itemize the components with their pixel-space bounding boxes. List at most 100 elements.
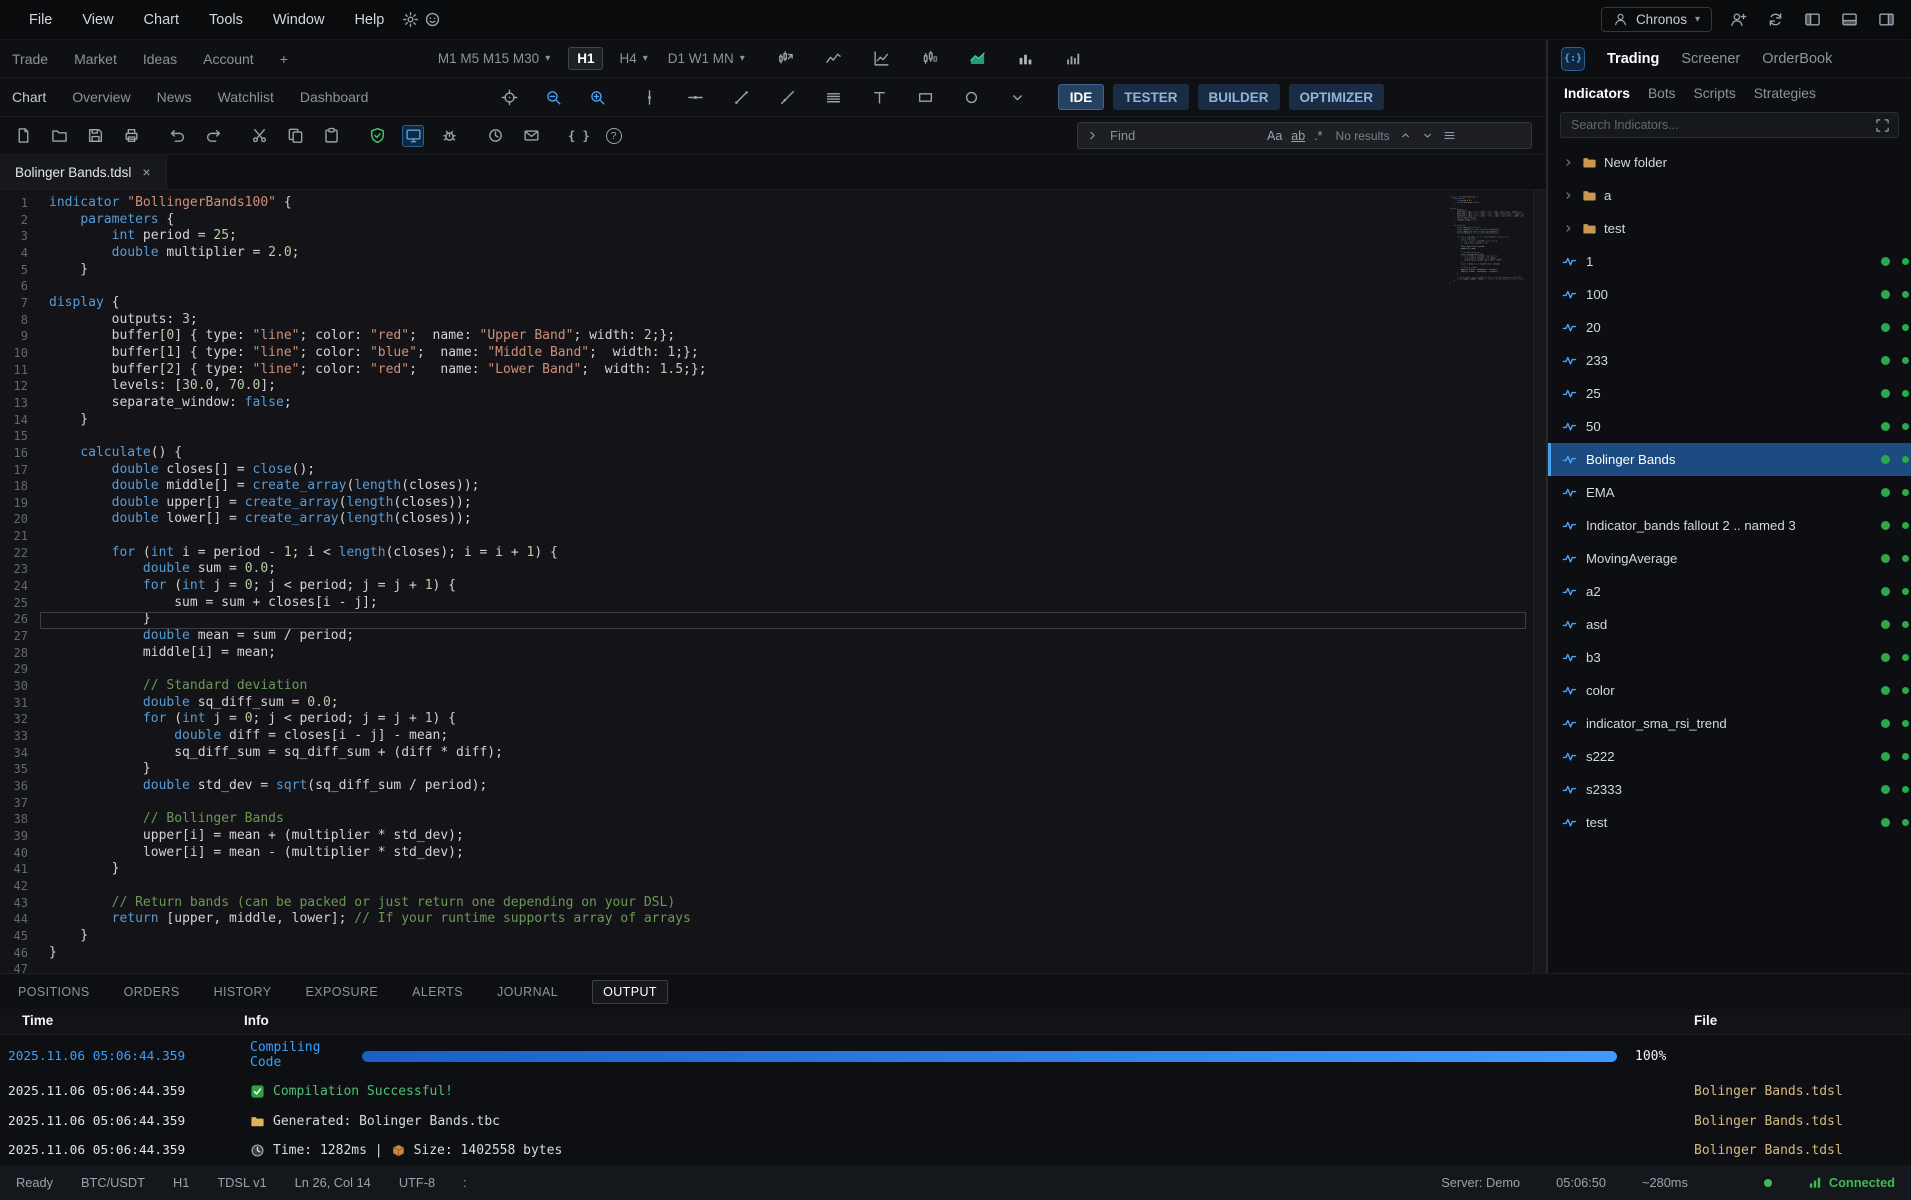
indicator-s2333[interactable]: s2333 — [1548, 773, 1911, 806]
mail-button[interactable] — [520, 125, 542, 147]
cut-button[interactable] — [248, 125, 270, 147]
scan-corners-icon[interactable] — [1875, 118, 1890, 133]
trend-line-button[interactable] — [730, 86, 752, 108]
indicator-movingaverage[interactable]: MovingAverage — [1548, 542, 1911, 575]
bottom-tab-journal[interactable]: JOURNAL — [497, 985, 558, 999]
indicator-100[interactable]: 100 — [1548, 278, 1911, 311]
regex-toggle[interactable]: .* — [1314, 129, 1322, 143]
indicator-25[interactable]: 25 — [1548, 377, 1911, 410]
indicator-b3[interactable]: b3 — [1548, 641, 1911, 674]
rectangle-button[interactable] — [914, 86, 936, 108]
tab-watchlist[interactable]: Watchlist — [218, 89, 274, 105]
braces-button[interactable]: { } — [566, 125, 592, 147]
nav-account[interactable]: Account — [203, 51, 254, 67]
nav-trade[interactable]: Trade — [12, 51, 48, 67]
undo-button[interactable] — [166, 125, 188, 147]
search-indicators-input[interactable] — [1569, 117, 1867, 133]
vertical-line-button[interactable] — [638, 86, 660, 108]
settings-button[interactable] — [399, 9, 421, 31]
indicator-indicator-sma-rsi-trend[interactable]: indicator_sma_rsi_trend — [1548, 707, 1911, 740]
nav-item[interactable]: + — [280, 51, 288, 67]
schedule-button[interactable] — [484, 125, 506, 147]
indicator-233[interactable]: 233 — [1548, 344, 1911, 377]
indicator-a2[interactable]: a2 — [1548, 575, 1911, 608]
sync-button[interactable] — [1764, 9, 1786, 31]
indicator-indicator-bands-fallout-2-named-3[interactable]: Indicator_bands fallout 2 .. named 3 — [1548, 509, 1911, 542]
menu-help[interactable]: Help — [339, 12, 399, 28]
bottom-tab-orders[interactable]: ORDERS — [124, 985, 180, 999]
zoom-out-button[interactable] — [542, 86, 564, 108]
crosshair-button[interactable] — [498, 86, 520, 108]
feedback-button[interactable] — [421, 9, 443, 31]
folder-test[interactable]: test — [1548, 212, 1911, 245]
find-next-button[interactable] — [1421, 129, 1434, 142]
minimap[interactable]: indicator "BollingerBands100" { paramete… — [1450, 196, 1524, 292]
indicator-asd[interactable]: asd — [1548, 608, 1911, 641]
sidebar-subtab-scripts[interactable]: Scripts — [1694, 86, 1736, 101]
mode-tester[interactable]: TESTER — [1113, 84, 1188, 110]
add-user-button[interactable] — [1727, 9, 1749, 31]
tab-chart[interactable]: Chart — [12, 89, 46, 105]
candles-button[interactable] — [919, 48, 941, 70]
histogram-button[interactable] — [1063, 48, 1085, 70]
bottom-tab-exposure[interactable]: EXPOSURE — [305, 985, 378, 999]
preview-button[interactable] — [402, 125, 424, 147]
print-button[interactable] — [120, 125, 142, 147]
match-case-toggle[interactable]: Aa — [1267, 129, 1282, 143]
whole-word-toggle[interactable]: ab — [1291, 129, 1305, 143]
indicator-20[interactable]: 20 — [1548, 311, 1911, 344]
parallel-lines-button[interactable] — [822, 86, 844, 108]
menu-view[interactable]: View — [67, 12, 128, 28]
sidebar-subtab-strategies[interactable]: Strategies — [1754, 86, 1816, 101]
indicator-bolinger-bands[interactable]: Bolinger Bands — [1548, 443, 1911, 476]
new-file-button[interactable] — [12, 125, 34, 147]
panel-bottom-button[interactable] — [1838, 9, 1860, 31]
indicator-1[interactable]: 1 — [1548, 245, 1911, 278]
indicator-ema[interactable]: EMA — [1548, 476, 1911, 509]
indicator-50[interactable]: 50 — [1548, 410, 1911, 443]
tab-news[interactable]: News — [157, 89, 192, 105]
indicator-test[interactable]: test — [1548, 806, 1911, 839]
panel-left-button[interactable] — [1801, 9, 1823, 31]
timeframe-h1[interactable]: H1 — [568, 47, 603, 70]
timeframe-group-minutes[interactable]: M1 M5 M15 M30 ▾ — [438, 51, 550, 66]
candles-arrow-button[interactable] — [775, 48, 797, 70]
tab-dashboard[interactable]: Dashboard — [300, 89, 369, 105]
find-prev-button[interactable] — [1399, 129, 1412, 142]
ray-button[interactable] — [776, 86, 798, 108]
ellipse-button[interactable] — [960, 86, 982, 108]
chart-mixed-button[interactable] — [871, 48, 893, 70]
sidebar-subtab-bots[interactable]: Bots — [1648, 86, 1676, 101]
bottom-tab-alerts[interactable]: ALERTS — [412, 985, 463, 999]
mode-builder[interactable]: BUILDER — [1198, 84, 1280, 110]
sidebar-tab-orderbook[interactable]: OrderBook — [1762, 51, 1832, 67]
menu-tools[interactable]: Tools — [194, 12, 258, 28]
folder-new-folder[interactable]: New folder — [1548, 146, 1911, 179]
nav-market[interactable]: Market — [74, 51, 117, 67]
tab-close-button[interactable]: × — [142, 164, 150, 180]
area-chart-button[interactable] — [967, 48, 989, 70]
sidebar-subtab-indicators[interactable]: Indicators — [1564, 86, 1630, 101]
zigzag-button[interactable] — [823, 48, 845, 70]
timeframe-group-daily[interactable]: D1 W1 MN ▾ — [668, 51, 745, 66]
save-button[interactable] — [84, 125, 106, 147]
open-folder-button[interactable] — [48, 125, 70, 147]
editor-tab[interactable]: Bolinger Bands.tdsl × — [0, 155, 167, 189]
timeframe-h4[interactable]: H4 ▾ — [619, 51, 647, 66]
horizontal-line-button[interactable] — [684, 86, 706, 108]
nav-ideas[interactable]: Ideas — [143, 51, 177, 67]
chevron-down-button[interactable] — [1006, 86, 1028, 108]
indicator-color[interactable]: color — [1548, 674, 1911, 707]
sidebar-tab-trading[interactable]: Trading — [1607, 51, 1659, 67]
menu-chart[interactable]: Chart — [129, 12, 194, 28]
sidebar-tab-screener[interactable]: Screener — [1681, 51, 1740, 67]
bar-chart-button[interactable] — [1015, 48, 1037, 70]
bottom-tab-positions[interactable]: POSITIONS — [18, 985, 90, 999]
text-button[interactable] — [868, 86, 890, 108]
panel-right-button[interactable] — [1875, 9, 1897, 31]
zoom-in-button[interactable] — [586, 86, 608, 108]
bottom-tab-output[interactable]: OUTPUT — [592, 980, 668, 1004]
indicator-s222[interactable]: s222 — [1548, 740, 1911, 773]
find-menu-button[interactable] — [1443, 129, 1456, 142]
bottom-tab-history[interactable]: HISTORY — [214, 985, 272, 999]
